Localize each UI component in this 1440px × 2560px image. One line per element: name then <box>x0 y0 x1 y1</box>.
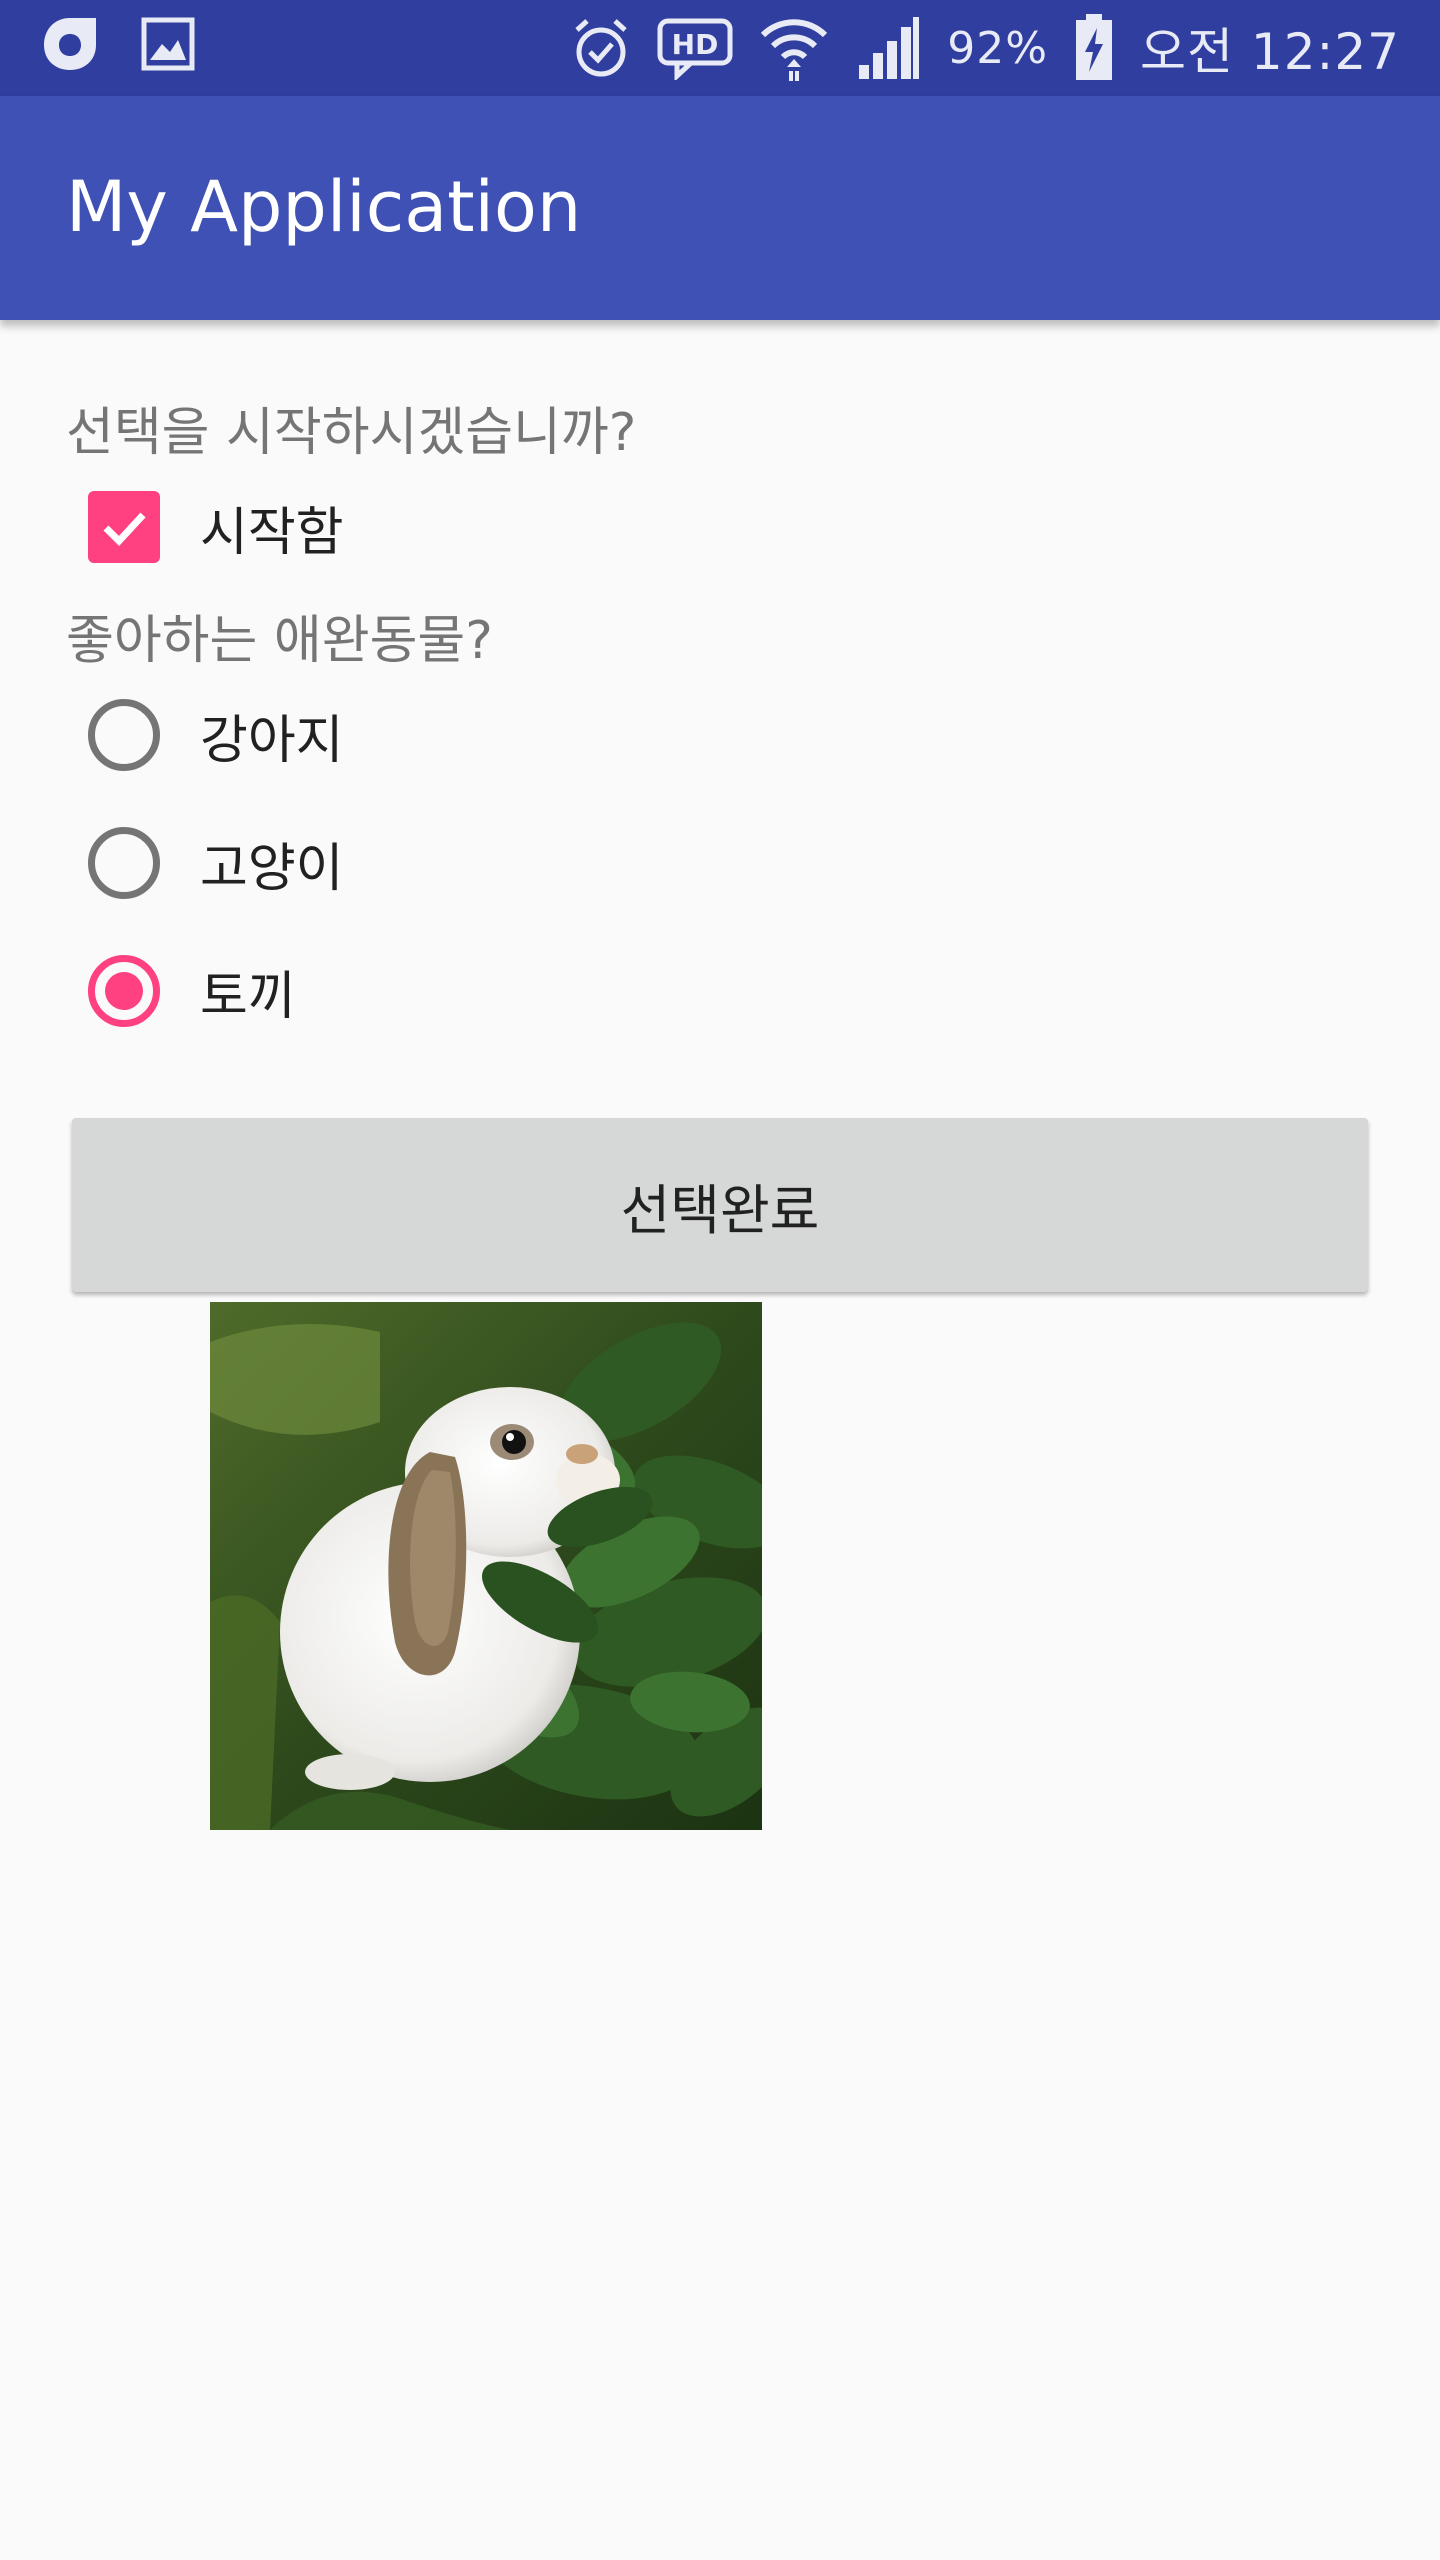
battery-charging-icon <box>1074 14 1114 82</box>
radio-option-cat[interactable]: 고양이 <box>88 818 344 908</box>
radio-button-rabbit[interactable] <box>88 955 160 1027</box>
hd-voice-icon: HD <box>657 16 733 80</box>
app-bar: My Application <box>0 96 1440 320</box>
app-title: My Application <box>66 166 582 248</box>
status-bar-right: HD 92% 오전 12:27 <box>571 10 1400 86</box>
pet-question: 좋아하는 애완동물? <box>66 611 493 671</box>
battery-percent: 92% <box>947 22 1048 74</box>
clock-time: 오전 12:27 <box>1140 23 1400 81</box>
start-checkbox-row[interactable]: 시작함 <box>88 482 344 572</box>
selection-done-button[interactable]: 선택완료 <box>72 1118 1368 1292</box>
checkmark-icon <box>103 512 146 547</box>
carrier-icon <box>40 14 100 74</box>
radio-option-dog[interactable]: 강아지 <box>88 690 344 780</box>
rabbit-image <box>210 1302 762 1830</box>
start-checkbox[interactable] <box>88 491 160 563</box>
radio-option-rabbit[interactable]: 토끼 <box>88 946 296 1036</box>
radio-button-cat[interactable] <box>88 827 160 899</box>
status-bar: HD 92% 오전 12:27 <box>0 0 1440 96</box>
signal-icon <box>855 15 921 81</box>
radio-label-cat: 고양이 <box>200 838 344 899</box>
radio-label-rabbit: 토끼 <box>200 966 296 1027</box>
status-bar-left <box>40 14 196 74</box>
start-checkbox-label: 시작함 <box>200 502 344 563</box>
start-question: 선택을 시작하시겠습니까? <box>66 403 637 463</box>
alarm-icon <box>571 16 631 80</box>
hd-badge-text: HD <box>672 28 719 61</box>
radio-label-dog: 강아지 <box>200 710 344 771</box>
wifi-icon <box>759 13 829 83</box>
gallery-icon <box>140 16 196 72</box>
radio-button-dog[interactable] <box>88 699 160 771</box>
